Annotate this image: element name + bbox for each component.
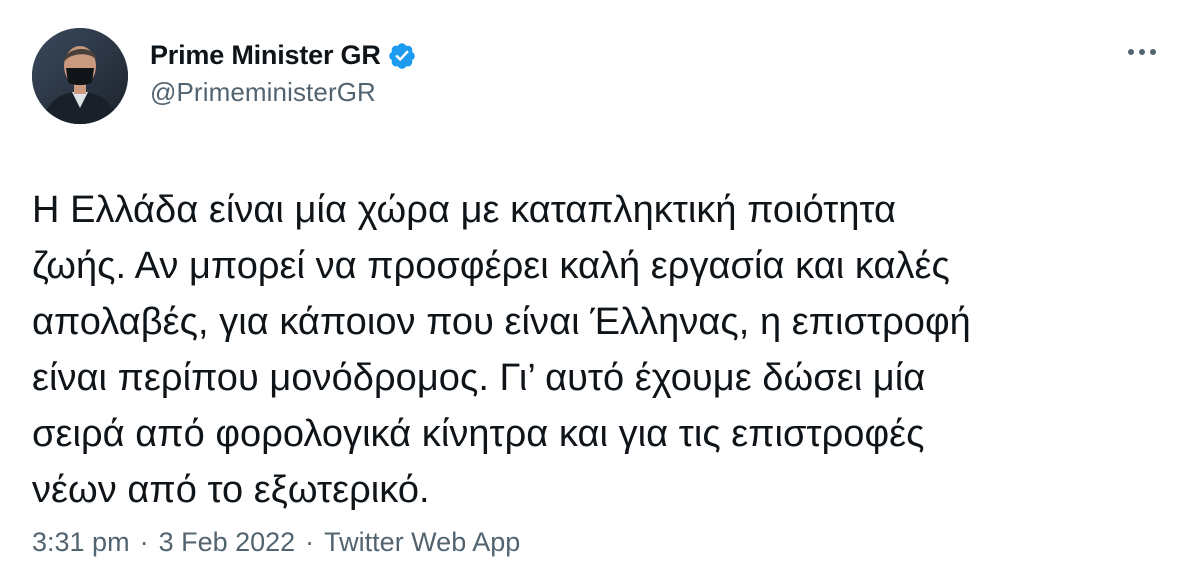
meta-separator: · [139, 527, 149, 557]
more-options-button[interactable] [1124, 40, 1160, 64]
tweet-source[interactable]: Twitter Web App [324, 527, 520, 558]
profile-photo [32, 28, 128, 124]
author-display-name[interactable]: Prime Minister GR [150, 40, 381, 71]
tweet-card: Prime Minister GR @PrimeministerGR Η Ελλ… [0, 0, 1190, 581]
author-name-row: Prime Minister GR [150, 40, 417, 71]
avatar[interactable] [32, 28, 128, 124]
tweet-time[interactable]: 3:31 pm [32, 527, 130, 558]
verified-badge-icon [387, 41, 417, 71]
tweet-meta: 3:31 pm · 3 Feb 2022 · Twitter Web App [32, 527, 520, 558]
author-identity: Prime Minister GR @PrimeministerGR [150, 40, 417, 108]
tweet-text: Η Ελλάδα είναι μία χώρα με καταπληκτική … [32, 189, 971, 511]
tweet-header: Prime Minister GR @PrimeministerGR [32, 28, 1158, 128]
more-horizontal-icon [1128, 49, 1156, 55]
author-handle[interactable]: @PrimeministerGR [150, 77, 417, 108]
meta-separator: · [305, 527, 315, 557]
tweet-date[interactable]: 3 Feb 2022 [159, 527, 296, 558]
